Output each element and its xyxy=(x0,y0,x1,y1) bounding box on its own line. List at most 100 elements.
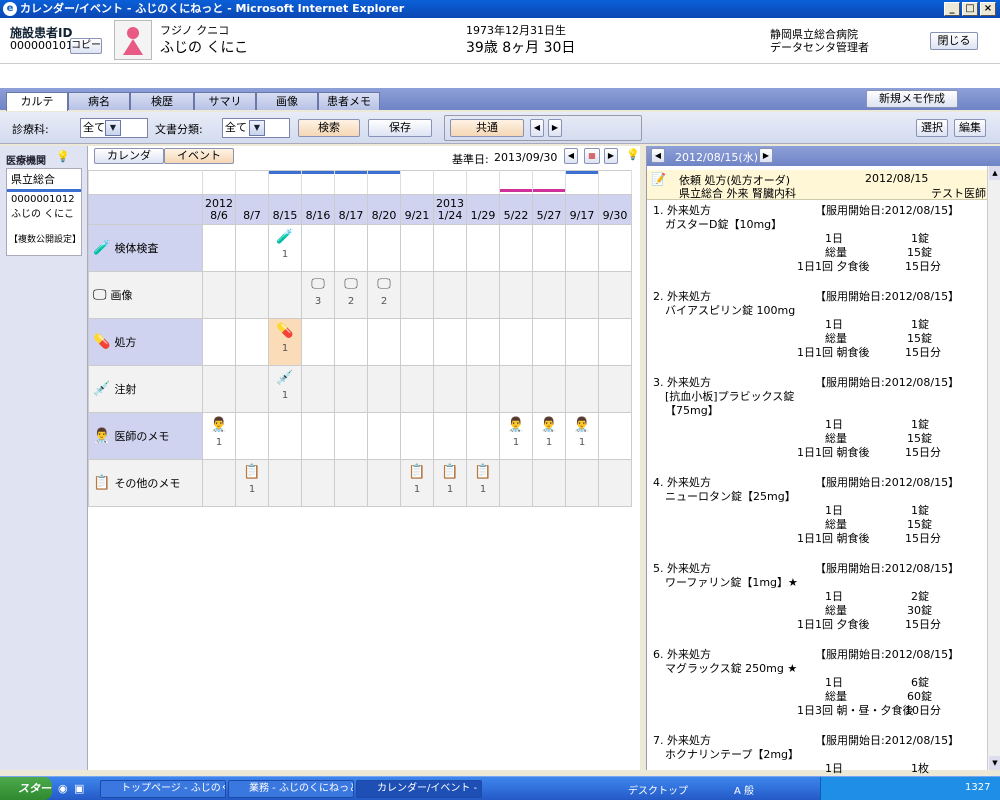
event-cell[interactable] xyxy=(499,224,533,272)
event-cell[interactable] xyxy=(433,224,467,272)
prescription-icon[interactable]: 💊 xyxy=(275,323,295,343)
view-calendar-button[interactable]: カレンダ xyxy=(94,148,164,164)
bulb-icon[interactable]: 💡 xyxy=(56,150,70,163)
event-cell[interactable] xyxy=(367,459,401,507)
event-cell[interactable] xyxy=(301,224,335,272)
event-cell[interactable]: 👨‍⚕ 1 xyxy=(565,412,599,460)
event-cell[interactable] xyxy=(532,318,566,366)
event-cell[interactable]: 📋 1 xyxy=(400,459,434,507)
imaging-icon[interactable]: 🖵 xyxy=(341,276,361,296)
prev-detail-icon[interactable]: ◀ xyxy=(651,148,665,163)
event-cell[interactable] xyxy=(334,318,368,366)
event-row-header[interactable]: 📋 その他のメモ xyxy=(88,459,203,507)
other-memo-icon[interactable]: 📋 xyxy=(242,464,262,484)
date-header[interactable]: 8/16 xyxy=(301,194,335,225)
prescription-item[interactable]: 3. 外来処方 【服用開始日:2012/08/15】 [抗血小板]プラビックス錠 【7… xyxy=(647,376,987,459)
tab-image[interactable]: 画像 xyxy=(256,92,318,110)
event-cell[interactable] xyxy=(598,365,632,413)
event-cell[interactable] xyxy=(202,365,236,413)
event-cell[interactable] xyxy=(367,224,401,272)
event-cell[interactable] xyxy=(400,412,434,460)
event-cell[interactable] xyxy=(301,365,335,413)
date-header[interactable]: 8/17 xyxy=(334,194,368,225)
prescription-item[interactable]: 2. 外来処方 【服用開始日:2012/08/15】 バイアスピリン錠 100mg 1… xyxy=(647,290,987,370)
event-cell[interactable] xyxy=(367,318,401,366)
other-memo-icon[interactable]: 📋 xyxy=(440,464,460,484)
event-cell[interactable] xyxy=(235,365,269,413)
event-cell[interactable] xyxy=(433,318,467,366)
event-cell[interactable] xyxy=(334,224,368,272)
tab-disease[interactable]: 病名 xyxy=(68,92,130,110)
event-row-header[interactable]: 🧪 検体検査 xyxy=(88,224,203,272)
minimize-button[interactable]: _ xyxy=(944,2,960,16)
event-cell[interactable] xyxy=(400,318,434,366)
event-cell[interactable] xyxy=(235,271,269,319)
dropdown-arrow-icon[interactable]: ▼ xyxy=(105,120,121,136)
date-header[interactable]: 5/22 xyxy=(499,194,533,225)
event-cell[interactable] xyxy=(532,271,566,319)
next-arrow-icon[interactable]: ▶ xyxy=(548,119,562,137)
detail-scrollbar[interactable]: ▲ ▼ xyxy=(987,166,1000,770)
event-cell[interactable]: 📋 1 xyxy=(235,459,269,507)
date-header[interactable]: 5/27 xyxy=(532,194,566,225)
copy-button[interactable]: コピー xyxy=(70,38,102,54)
event-cell[interactable]: 🧪 1 xyxy=(268,224,302,272)
event-cell[interactable] xyxy=(565,365,599,413)
imaging-icon[interactable]: 🖵 xyxy=(374,276,394,296)
event-cell[interactable] xyxy=(367,412,401,460)
base-date[interactable]: 2013/09/30 xyxy=(494,151,557,164)
event-cell[interactable] xyxy=(499,271,533,319)
event-cell[interactable] xyxy=(565,318,599,366)
event-cell[interactable] xyxy=(301,318,335,366)
event-cell[interactable] xyxy=(367,365,401,413)
event-cell[interactable]: 👨‍⚕ 1 xyxy=(532,412,566,460)
event-cell[interactable] xyxy=(433,365,467,413)
view-event-button[interactable]: イベント xyxy=(164,148,234,164)
other-memo-icon[interactable]: 📋 xyxy=(473,464,493,484)
event-cell[interactable]: 📋 1 xyxy=(433,459,467,507)
multi-publish-setting[interactable]: 【複数公開設定】 xyxy=(7,220,81,245)
test-tube-icon[interactable]: 🧪 xyxy=(275,229,295,249)
tab-karte[interactable]: カルテ xyxy=(6,92,68,111)
imaging-icon[interactable]: 🖵 xyxy=(308,276,328,296)
event-cell[interactable] xyxy=(598,318,632,366)
tab-patient-memo[interactable]: 患者メモ xyxy=(318,92,380,110)
date-header[interactable]: 2012 8/6 xyxy=(202,194,236,225)
event-cell[interactable]: 📋 1 xyxy=(466,459,500,507)
prescription-item[interactable]: 4. 外来処方 【服用開始日:2012/08/15】 ニューロタン錠【25mg】 1日… xyxy=(647,476,987,556)
event-cell[interactable] xyxy=(334,459,368,507)
date-header[interactable]: 9/21 xyxy=(400,194,434,225)
event-cell[interactable] xyxy=(334,412,368,460)
event-cell[interactable] xyxy=(202,271,236,319)
next-detail-icon[interactable]: ▶ xyxy=(759,148,773,163)
event-cell[interactable] xyxy=(268,271,302,319)
date-header[interactable]: 2013 1/24 xyxy=(433,194,467,225)
event-cell[interactable] xyxy=(334,365,368,413)
maximize-button[interactable]: □ xyxy=(962,2,978,16)
prev-date-icon[interactable]: ◀ xyxy=(564,148,578,164)
event-cell[interactable] xyxy=(202,224,236,272)
doc-class-select[interactable]: 全て ▼ xyxy=(222,118,290,138)
event-cell[interactable]: 🖵 3 xyxy=(301,271,335,319)
event-cell[interactable] xyxy=(499,365,533,413)
event-cell[interactable] xyxy=(532,224,566,272)
close-window-button[interactable]: × xyxy=(980,2,996,16)
event-cell[interactable] xyxy=(466,412,500,460)
event-cell[interactable] xyxy=(598,459,632,507)
desktop-quicklaunch-icon[interactable]: ▣ xyxy=(74,782,84,795)
date-header[interactable]: 9/30 xyxy=(598,194,632,225)
date-header[interactable]: 8/15 xyxy=(268,194,302,225)
event-cell[interactable]: 👨‍⚕ 1 xyxy=(202,412,236,460)
save-button[interactable]: 保存 xyxy=(368,119,432,137)
start-button[interactable]: スタート xyxy=(0,777,52,800)
tab-summary[interactable]: サマリ xyxy=(194,92,256,110)
date-header[interactable]: 8/7 xyxy=(235,194,269,225)
event-cell[interactable] xyxy=(400,365,434,413)
prescription-item[interactable]: 5. 外来処方 【服用開始日:2012/08/15】 ワーファリン錠【1mg】★ 1日… xyxy=(647,562,987,642)
event-cell[interactable] xyxy=(235,318,269,366)
prev-arrow-icon[interactable]: ◀ xyxy=(530,119,544,137)
task-top-page[interactable]: トップページ - ふじのくにね... xyxy=(100,780,226,798)
event-row-header[interactable]: 💉 注射 xyxy=(88,365,203,413)
event-cell[interactable]: 🖵 2 xyxy=(334,271,368,319)
event-cell[interactable] xyxy=(598,271,632,319)
